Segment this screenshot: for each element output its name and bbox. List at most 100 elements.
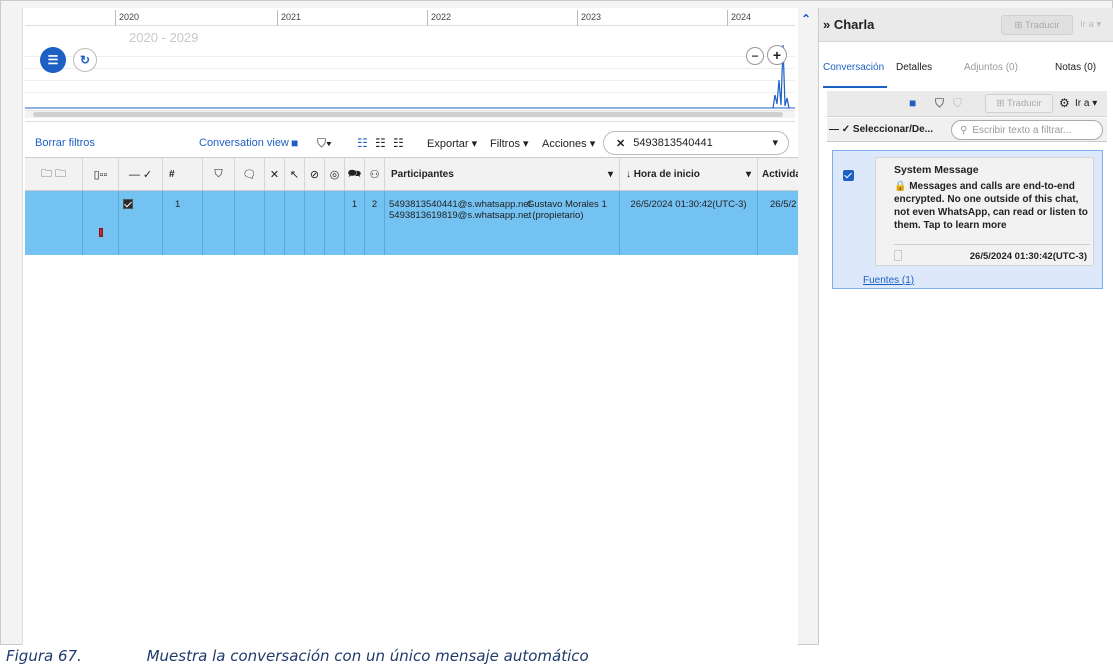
message-translate-button[interactable]: ⊞ Traducir [985, 94, 1053, 113]
filter-placeholder: Escribir texto a filtrar... [972, 124, 1072, 136]
year-separator [727, 10, 728, 26]
tag-column-icon[interactable]: ⛉ [203, 158, 235, 190]
chat-panel-title[interactable]: » Charla [823, 17, 874, 32]
flag-cell [83, 191, 119, 255]
tab-notes[interactable]: Notas (0) [1055, 62, 1096, 73]
row-checkbox[interactable] [123, 199, 133, 209]
grid-toolbar: Borrar filtros Conversation view ■ ⛉▾ ☷ … [25, 130, 795, 156]
search-value: 5493813540441 [633, 137, 713, 149]
red-flag-icon [98, 227, 103, 237]
figure-label: Figura 67. [6, 647, 82, 665]
message-checkbox[interactable] [843, 170, 854, 181]
timeline-year: 2022 [431, 12, 452, 22]
search-dropdown-icon[interactable]: ▾ [772, 136, 778, 149]
location-column-icon[interactable]: ◎ [325, 158, 345, 190]
select-deselect-menu[interactable]: — ✓ Seleccionar/De... [829, 124, 933, 135]
zoom-in-icon[interactable]: + [767, 45, 787, 65]
timeline-year: 2021 [281, 12, 302, 22]
active-tab-indicator [823, 86, 887, 88]
message-filter-row: — ✓ Seleccionar/De... ⚲ Escribir texto a… [827, 118, 1107, 142]
sync-icon[interactable]: ↻ [73, 48, 97, 72]
checklist-partial-icon[interactable]: ☷ [375, 130, 386, 156]
message-go-to-menu[interactable]: Ir a ▾ [1075, 98, 1097, 109]
participants-count-cell: 2 [365, 191, 385, 255]
participant-id: 5493813540441@s.whatsapp.net [389, 199, 532, 210]
attachment-placeholder-icon [894, 250, 902, 261]
sources-link[interactable]: Fuentes (1) [863, 275, 914, 286]
gear-icon[interactable]: ⚙ [1059, 96, 1070, 110]
checklist-empty-icon[interactable]: ☷ [393, 130, 404, 156]
clear-filters-link[interactable]: Borrar filtros [35, 130, 95, 156]
year-separator [427, 10, 428, 26]
checklist-icon[interactable]: ☷ [357, 130, 368, 156]
tag-remove-icon[interactable]: ⛉ [953, 96, 962, 111]
tab-details[interactable]: Detalles [896, 62, 932, 73]
figure-text: Muestra la conversación con un único men… [146, 647, 589, 665]
translate-button[interactable]: ⊞ Traducir [1001, 15, 1073, 35]
arrow-column-icon[interactable]: ↖ [285, 158, 305, 190]
conversation-grid: 🗀 🗀 ▯▫▫ — ✓ # ⛉ 🗨 ✕ ↖ ⊘ ◎ 🗪 ⚇ Participan… [25, 157, 798, 255]
message-timestamp: 26/5/2024 01:30:42(UTC-3) [969, 251, 1087, 262]
participant-name: Gustavo Morales 1 [527, 199, 607, 210]
chat-tabs: Conversación Detalles Adjuntos (0) Notas… [819, 62, 1113, 84]
figure-caption: Figura 67. Muestra la conversación con u… [6, 647, 589, 665]
timeline-activity-chart [25, 44, 795, 109]
chat-bubble-icon[interactable]: ■ [909, 96, 916, 110]
timeline-scrollbar[interactable] [25, 110, 795, 118]
year-separator [577, 10, 578, 26]
export-menu[interactable]: Exportar ▾ [427, 130, 477, 156]
message-toolbar: ■ ⛉ ⛉ ⊞ Traducir ⚙ Ir a ▾ [827, 91, 1107, 117]
message-list: System Message 🔒 Messages and calls are … [832, 150, 1103, 289]
table-row[interactable]: 1 1 2 5493813540441@s.whatsapp.net 54938… [25, 191, 798, 255]
attachment-cell [305, 191, 325, 255]
chat-panel-header: » Charla ⊞ Traducir Ir a ▾ [819, 8, 1113, 42]
clear-search-icon[interactable]: ✕ [616, 137, 625, 150]
attachment-column-icon[interactable]: ⊘ [305, 158, 325, 190]
start-time-filter-icon[interactable]: ▾ [746, 169, 751, 180]
list-view-icon[interactable]: ☰ [40, 47, 66, 73]
participants-column-icon[interactable]: ⚇ [365, 158, 385, 190]
message-body: 🔒 Messages and calls are end-to-end encr… [894, 181, 1088, 231]
message-bubble[interactable]: System Message 🔒 Messages and calls are … [875, 157, 1094, 266]
timeline-year: 2024 [731, 12, 752, 22]
start-time-column-header[interactable]: ↓ Hora de inicio ▾ [620, 158, 758, 190]
activity-cell: 26/5/2 [770, 199, 797, 210]
deleted-column-icon[interactable]: ✕ [265, 158, 285, 190]
go-to-menu[interactable]: Ir a ▾ [1080, 19, 1101, 30]
message-divider [894, 244, 1090, 245]
folder-column-icon[interactable]: 🗀 🗀 [25, 158, 83, 190]
participants-column-header[interactable]: Participantes ▾ [385, 158, 620, 190]
scrollbar-thumb[interactable] [33, 112, 783, 117]
deleted-cell [265, 191, 285, 255]
participants-filter-icon[interactable]: ▾ [608, 169, 613, 180]
comment-column-icon[interactable]: 🗨 [235, 158, 265, 190]
index-cell: 1 [163, 191, 203, 255]
message-sender: System Message [894, 164, 979, 176]
activity-column-header[interactable]: Activida [758, 158, 798, 190]
row-checkbox-cell[interactable] [119, 191, 163, 255]
tag-dropdown-icon[interactable]: ⛉▾ [317, 130, 332, 156]
bar-column-icon[interactable]: ▯▫▫ [83, 158, 119, 190]
message-filter-input[interactable]: ⚲ Escribir texto a filtrar... [951, 120, 1103, 140]
grid-header: 🗀 🗀 ▯▫▫ — ✓ # ⛉ 🗨 ✕ ↖ ⊘ ◎ 🗪 ⚇ Participan… [25, 157, 798, 191]
filters-menu[interactable]: Filtros ▾ [490, 130, 529, 156]
tag-icon[interactable]: ⛉ [935, 96, 944, 111]
tab-attachments[interactable]: Adjuntos (0) [964, 62, 1018, 73]
actions-menu[interactable]: Acciones ▾ [542, 130, 595, 156]
messages-column-icon[interactable]: 🗪 [345, 158, 365, 190]
select-column-icon[interactable]: — ✓ [119, 158, 163, 190]
start-time-cell: 26/5/2024 01:30:42(UTC-3) [620, 191, 758, 255]
tag-cell [203, 191, 235, 255]
search-input[interactable]: ✕ 5493813540441 ▾ [603, 131, 789, 155]
participant-ids: 5493813540441@s.whatsapp.net 54938136198… [389, 199, 532, 221]
index-column-header[interactable]: # [163, 158, 203, 190]
conversation-view-button[interactable]: Conversation view [199, 130, 289, 156]
timeline-years-bar: 2020 2021 2022 2023 2024 [25, 10, 795, 26]
tab-conversation[interactable]: Conversación [823, 62, 884, 73]
zoom-out-icon[interactable]: − [746, 47, 764, 65]
participant-names: Gustavo Morales 1 . (propietario) [527, 199, 607, 221]
collapse-up-icon[interactable]: ⌃ [801, 12, 811, 26]
messages-count-cell: 1 [345, 191, 365, 255]
folder-cell [25, 191, 83, 255]
arrow-cell [285, 191, 305, 255]
